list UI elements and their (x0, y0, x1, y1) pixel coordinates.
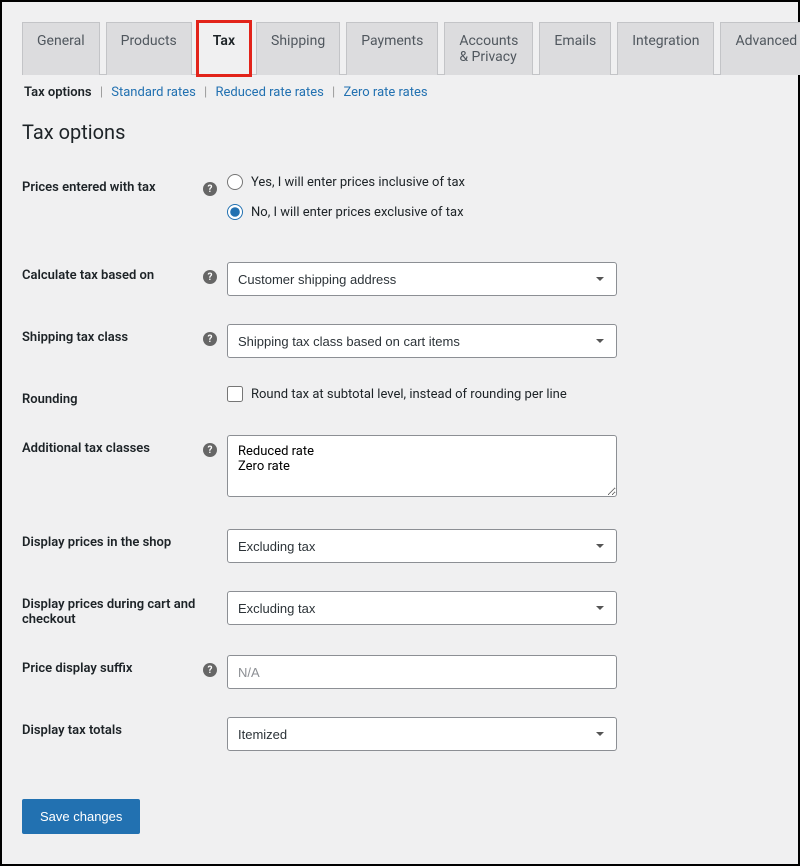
tab-shipping[interactable]: Shipping (256, 22, 340, 75)
row-prices-entered-with-tax: Prices entered with tax ? Yes, I will en… (22, 174, 778, 234)
input-price-suffix[interactable] (227, 655, 617, 689)
select-calculate-tax[interactable]: Customer shipping address (227, 262, 617, 296)
row-rounding: Rounding Round tax at subtotal level, in… (22, 386, 778, 407)
row-display-tax-totals: Display tax totals Itemized (22, 717, 778, 751)
tax-subtabs: Tax options | Standard rates | Reduced r… (22, 85, 778, 100)
tab-tax[interactable]: Tax (198, 22, 250, 75)
row-additional-tax-classes: Additional tax classes ? Reduced rate Ze… (22, 435, 778, 501)
label-calc-tax: Calculate tax based on (22, 268, 154, 283)
tab-emails[interactable]: Emails (539, 22, 611, 75)
label-display-cart: Display prices during cart and checkout (22, 597, 217, 627)
radio-label-exclusive: No, I will enter prices exclusive of tax (251, 205, 464, 220)
tab-general[interactable]: General (22, 22, 100, 75)
tab-integration[interactable]: Integration (617, 22, 714, 75)
radio-option-exclusive[interactable]: No, I will enter prices exclusive of tax (227, 204, 727, 220)
tab-products[interactable]: Products (106, 22, 192, 75)
settings-tabs: General Products Tax Shipping Payments A… (22, 22, 778, 75)
radio-label-inclusive: Yes, I will enter prices inclusive of ta… (251, 175, 465, 190)
help-icon[interactable]: ? (203, 270, 217, 284)
checkbox-label-rounding: Round tax at subtotal level, instead of … (251, 387, 567, 402)
help-icon[interactable]: ? (203, 332, 217, 346)
separator: | (332, 85, 335, 100)
label-shipping-tax-class: Shipping tax class (22, 330, 128, 345)
label-additional-tax-classes: Additional tax classes (22, 441, 150, 456)
checkbox-rounding[interactable] (227, 386, 243, 402)
select-shipping-tax-class[interactable]: Shipping tax class based on cart items (227, 324, 617, 358)
tab-accounts-privacy[interactable]: Accounts & Privacy (444, 22, 533, 75)
label-price-suffix: Price display suffix (22, 661, 132, 676)
row-display-prices-shop: Display prices in the shop Excluding tax (22, 529, 778, 563)
label-display-tax-totals: Display tax totals (22, 723, 122, 738)
row-display-prices-cart: Display prices during cart and checkout … (22, 591, 778, 627)
tab-advanced[interactable]: Advanced (720, 22, 800, 75)
separator: | (100, 85, 103, 100)
section-title: Tax options (22, 120, 778, 144)
help-icon[interactable]: ? (203, 663, 217, 677)
radio-option-inclusive[interactable]: Yes, I will enter prices inclusive of ta… (227, 174, 727, 190)
subtab-tax-options[interactable]: Tax options (22, 85, 94, 100)
radio-inclusive[interactable] (227, 174, 243, 190)
subtab-standard-rates[interactable]: Standard rates (109, 85, 198, 100)
select-display-tax-totals[interactable]: Itemized (227, 717, 617, 751)
select-display-cart[interactable]: Excluding tax (227, 591, 617, 625)
row-shipping-tax-class: Shipping tax class ? Shipping tax class … (22, 324, 778, 358)
label-display-shop: Display prices in the shop (22, 535, 171, 550)
label-prices-entered: Prices entered with tax (22, 180, 156, 195)
save-changes-button[interactable]: Save changes (22, 799, 140, 834)
subtab-reduced-rate-rates[interactable]: Reduced rate rates (213, 85, 325, 100)
separator: | (204, 85, 207, 100)
tab-payments[interactable]: Payments (346, 22, 438, 75)
subtab-zero-rate-rates[interactable]: Zero rate rates (341, 85, 429, 100)
row-calculate-tax-based-on: Calculate tax based on ? Customer shippi… (22, 262, 778, 296)
select-display-shop[interactable]: Excluding tax (227, 529, 617, 563)
label-rounding: Rounding (22, 392, 78, 407)
radio-exclusive[interactable] (227, 204, 243, 220)
help-icon[interactable]: ? (203, 182, 217, 196)
checkbox-option-rounding[interactable]: Round tax at subtotal level, instead of … (227, 386, 727, 402)
row-price-display-suffix: Price display suffix ? (22, 655, 778, 689)
help-icon[interactable]: ? (203, 443, 217, 457)
textarea-additional-tax-classes[interactable]: Reduced rate Zero rate (227, 435, 617, 497)
